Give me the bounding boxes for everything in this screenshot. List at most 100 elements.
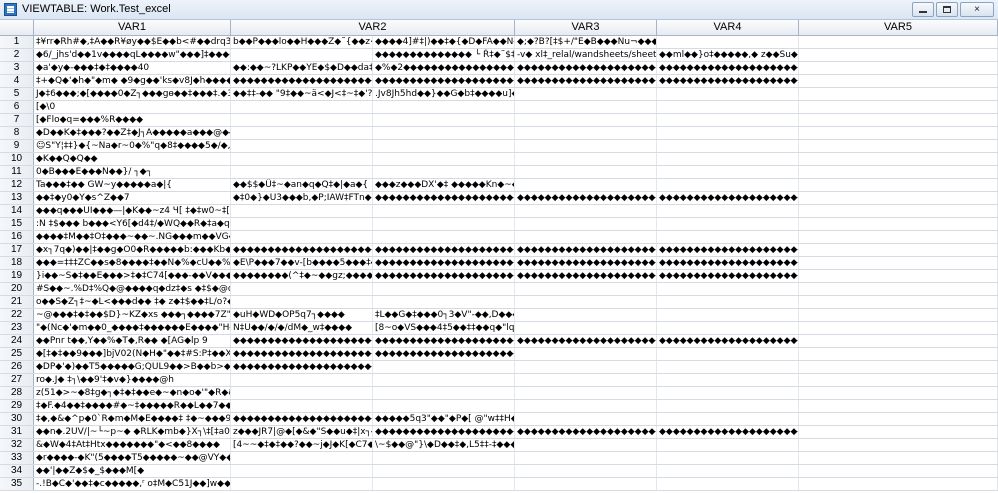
table-cell[interactable]: ◆◆◆◆◆◆◆◆◆◆◆◆◆◆◆◆◆◆◆◆◆◆◆: [657, 75, 799, 87]
table-cell[interactable]: [799, 153, 998, 165]
table-cell[interactable]: [799, 114, 998, 126]
column-header-var1[interactable]: VAR1: [34, 20, 231, 36]
table-cell[interactable]: [657, 361, 799, 373]
table-cell[interactable]: [231, 49, 373, 61]
table-cell[interactable]: ◆◆◆◆◆◆◆◆◆◆◆◆◆◆◆◆◆◆◆◆◆◆: [231, 348, 373, 360]
table-cell[interactable]: [515, 114, 657, 126]
table-cell[interactable]: [231, 296, 373, 308]
table-cell[interactable]: [373, 114, 515, 126]
table-cell[interactable]: [515, 478, 657, 490]
table-cell[interactable]: ~@◆◆◆‡◆‡◆◆$D}~KZ◆xs ◆◆◆┐◆◆◆◆7Z"w◆}◆◆◆◆◆◆…: [34, 309, 231, 321]
table-cell[interactable]: ◆◆◆◆◆◆◆◆◆◆◆◆◆◆◆◆◆◆◆◆◆◆: [657, 244, 799, 256]
table-cell[interactable]: ◆◆◆◆‡M◆◆‡O‡◆◆◆~◆◆~.NG◆◆◆m◆◆VG◆◆"◆EZ◆◆◆E◆…: [34, 231, 231, 243]
row-number[interactable]: 29: [0, 400, 34, 412]
table-cell[interactable]: ◆E\P◆◆◆7◆◆v-[b◆◆◆◆5◆◆◆‡◆‡/w◆‡q◆k◆A◆‡N◆‡‡…: [231, 257, 373, 269]
table-cell[interactable]: ◆6/_jhs'd◆◆1v◆◆◆◆qL◆◆◆◆w"◆◆◆]‡◆◆◆esK.◆)0…: [34, 49, 231, 61]
table-cell[interactable]: [231, 101, 373, 113]
table-cell[interactable]: &◆W◆4‡At‡Htx◆◆◆◆◆◆◆"◆<◆◆8◆◆◆◆: [34, 439, 231, 451]
table-cell[interactable]: [799, 335, 998, 347]
column-header-var5[interactable]: VAR5: [799, 20, 998, 36]
table-row[interactable]: 1‡¥rr◆Rh#◆,‡A◆◆R¥øy◆◆$E◆◆b<#◆◆drq3◆O◆#◆‡…: [0, 36, 998, 49]
table-cell[interactable]: [799, 400, 998, 412]
row-number[interactable]: 20: [0, 283, 34, 295]
table-row[interactable]: 16◆◆◆◆‡M◆◆‡O‡◆◆◆~◆◆~.NG◆◆◆m◆◆VG◆◆"◆EZ◆◆◆…: [0, 231, 998, 244]
table-cell[interactable]: [657, 101, 799, 113]
table-cell[interactable]: ◆a'◆y◆-◆◆◆‡◆‡◆◆◆◆40: [34, 62, 231, 74]
table-cell[interactable]: [799, 231, 998, 243]
table-row[interactable]: 34 ◆◆'|◆◆Z◆$◆_$◆◆◆M[◆: [0, 465, 998, 478]
row-number[interactable]: 1: [0, 36, 34, 48]
table-cell[interactable]: [8~o◆VS◆◆◆4‡5◆◆‡‡◆◆q◆"lq◆"b2 ◆◆Q◆◆$‡◆◆◆Z…: [373, 322, 515, 334]
row-number[interactable]: 31: [0, 426, 34, 438]
table-cell[interactable]: }i◆◆~S◆‡◆◆E◆◆◆>‡◆‡C74[◆◆◆-◆◆V◆◆◆◆◆◆[00‡‡…: [34, 270, 231, 282]
table-cell[interactable]: [799, 127, 998, 139]
table-cell[interactable]: ◆◆◆◆◆◆◆◆◆◆◆◆◆◆◆◆◆◆◆◆◆◆: [373, 335, 515, 347]
table-cell[interactable]: [515, 361, 657, 373]
table-cell[interactable]: [799, 348, 998, 360]
row-number[interactable]: 6: [0, 101, 34, 113]
table-row[interactable]: 31◆◆n◆.2UV/|~└~p~◆ ◆RLK◆mb◆}X┐\‡[‡a0^◆kZ…: [0, 426, 998, 439]
row-number[interactable]: 24: [0, 335, 34, 347]
table-cell[interactable]: [515, 374, 657, 386]
table-cell[interactable]: ◆◆◆◆◆◆◆◆◆◆◆◆◆◆◆◆◆◆◆◆◆◆: [231, 244, 373, 256]
row-number[interactable]: 2: [0, 49, 34, 61]
table-cell[interactable]: z◆◆◆JR7|@◆[◆&◆"S◆◆u◆‡|x┐◆◆w~◆A◆q?◆◆◆Nl◆: [231, 426, 373, 438]
table-cell[interactable]: [515, 348, 657, 360]
row-number[interactable]: 12: [0, 179, 34, 191]
table-cell[interactable]: ◆◆◆◆◆◆◆◆◆◆◆◆◆◆◆◆◆◆◆◆◆◆: [373, 244, 515, 256]
table-cell[interactable]: [4~~◆‡◆‡◆◆?◆◆~j◆J◆K[◆C7◆[◆◆An‡◆&◆z~┐◆@◆◆…: [231, 439, 373, 451]
table-cell[interactable]: [231, 374, 373, 386]
table-cell[interactable]: ◆◆◆◆◆◆◆◆◆◆◆◆◆◆◆◆◆◆◆◆◆◆◆◆: [373, 257, 515, 269]
table-cell[interactable]: [231, 387, 373, 399]
table-cell[interactable]: [515, 283, 657, 295]
table-cell[interactable]: ◆◆◆◆◆◆◆◆◆◆◆◆◆◆◆◆◆◆◆◆◆◆◆◆: [657, 62, 799, 74]
row-number[interactable]: 33: [0, 452, 34, 464]
table-cell[interactable]: ◆◆'|◆◆Z◆$◆_$◆◆◆M[◆: [34, 465, 231, 477]
table-row[interactable]: 28z(51◆>~◆8‡g◆┐◆‡◆‡◆◆e◆~◆n◆o◆'"◆R◆&┐◆◆◆◆: [0, 387, 998, 400]
table-cell[interactable]: [657, 218, 799, 230]
table-cell[interactable]: [799, 166, 998, 178]
table-cell[interactable]: ◆uH◆WD◆OP5q7┐◆◆◆◆: [231, 309, 373, 321]
row-number[interactable]: 34: [0, 465, 34, 477]
table-cell[interactable]: [657, 439, 799, 451]
row-number[interactable]: 35: [0, 478, 34, 490]
table-row[interactable]: 17◆x┐7q◆)◆◆|‡◆◆g◆O0◆R◆◆◆◆◆b:◆◆◆Kb◆◆E◆◆YA…: [0, 244, 998, 257]
table-cell[interactable]: [231, 127, 373, 139]
table-cell[interactable]: [799, 374, 998, 386]
table-cell[interactable]: ◆◆Pnr t◆◆,Y◆◆%◆T◆,R◆◆ ◆[AG◆lp 9: [34, 335, 231, 347]
table-cell[interactable]: ◆◆n◆.2UV/|~└~p~◆ ◆RLK◆mb◆}X┐\‡[‡a0^◆kZ◆F…: [34, 426, 231, 438]
table-cell[interactable]: [373, 283, 515, 295]
table-cell[interactable]: [515, 140, 657, 152]
table-cell[interactable]: [799, 101, 998, 113]
table-cell[interactable]: ◆x┐7q◆)◆◆|‡◆◆g◆O0◆R◆◆◆◆◆b:◆◆◆Kb◆◆E◆◆YAzy…: [34, 244, 231, 256]
table-cell[interactable]: [231, 140, 373, 152]
table-cell[interactable]: [799, 387, 998, 399]
table-cell[interactable]: [799, 426, 998, 438]
row-number[interactable]: 5: [0, 88, 34, 100]
table-cell[interactable]: [657, 283, 799, 295]
table-cell[interactable]: ◆DP◆'◆)◆◆T5◆◆◆◆◆G;QUL9◆◆>B◆◆b>◆◆◆◆‡J$R┐,…: [34, 361, 231, 373]
table-cell[interactable]: [799, 179, 998, 191]
close-button[interactable]: ×: [960, 2, 994, 17]
maximize-button[interactable]: [936, 2, 958, 17]
row-number[interactable]: 25: [0, 348, 34, 360]
row-number[interactable]: 14: [0, 205, 34, 217]
table-cell[interactable]: [515, 309, 657, 321]
table-cell[interactable]: [515, 296, 657, 308]
table-cell[interactable]: [799, 192, 998, 204]
table-row[interactable]: 19}i◆◆~S◆‡◆◆E◆◆◆>‡◆‡C74[◆◆◆-◆◆V◆◆◆◆◆◆[00…: [0, 270, 998, 283]
table-row[interactable]: 32 &◆W◆4‡At‡Htx◆◆◆◆◆◆◆"◆<◆◆8◆◆◆◆ [4~~◆‡◆‡◆…: [0, 439, 998, 452]
table-cell[interactable]: [799, 361, 998, 373]
table-cell[interactable]: [657, 231, 799, 243]
table-cell[interactable]: [657, 114, 799, 126]
table-cell[interactable]: [373, 387, 515, 399]
row-number[interactable]: 7: [0, 114, 34, 126]
table-cell[interactable]: ◆◆◆◆◆◆◆◆◆◆◆◆◆◆◆◆◆◆◆◆◆◆◆◆: [657, 192, 799, 204]
table-cell[interactable]: [799, 205, 998, 217]
table-cell[interactable]: ‡◆F.◆4◆◆‡◆◆◆◆#◆~‡◆◆◆◆◆R◆◆L◆◆7◆◆>◆◆De◆})◆…: [34, 400, 231, 412]
table-cell[interactable]: ◆r◆◆◆◆-◆K"(5◆◆◆◆T5◆◆◆◆◆~◆◆@VY◆◆F◆◆v◆◆u◆: [34, 452, 231, 464]
table-cell[interactable]: [799, 257, 998, 269]
table-cell[interactable]: [515, 400, 657, 412]
table-cell[interactable]: ‡¥rr◆Rh#◆,‡A◆◆R¥øy◆◆$E◆◆b<#◆◆drq3◆O◆#◆‡1…: [34, 36, 231, 48]
table-cell[interactable]: [657, 374, 799, 386]
